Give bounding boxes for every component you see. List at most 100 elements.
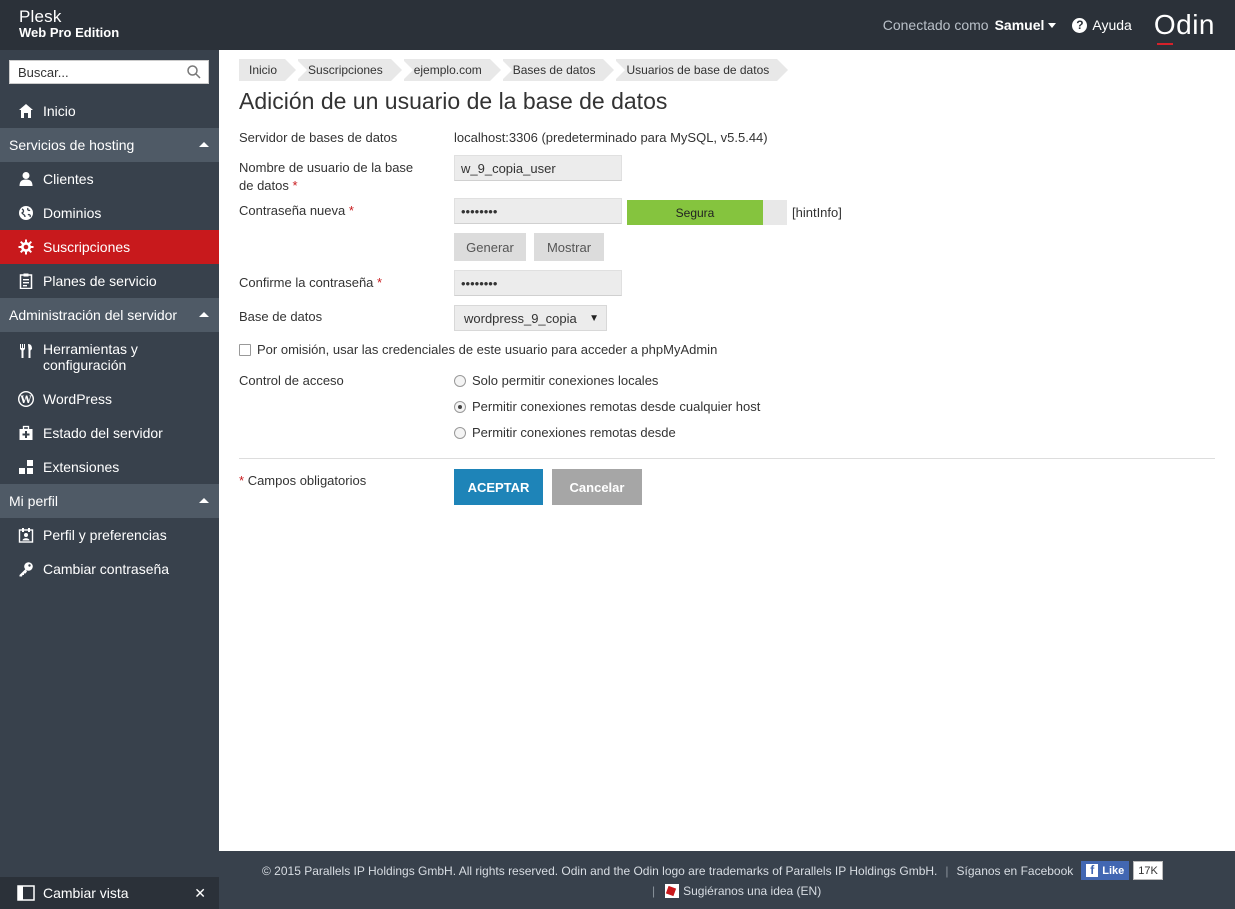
- sidebar-item-label: Clientes: [43, 171, 94, 187]
- section-my-profile[interactable]: Mi perfil: [0, 484, 219, 518]
- radio-button[interactable]: [454, 374, 466, 387]
- db-username-field[interactable]: w_9_copia_user: [454, 155, 622, 181]
- sidebar-item-label: Inicio: [43, 103, 76, 119]
- generate-button[interactable]: Generar: [454, 233, 526, 261]
- sidebar-item-label: Cambiar contraseña: [43, 561, 170, 577]
- connected-as-label: Conectado como: [882, 17, 989, 33]
- user-menu[interactable]: Samuel: [995, 17, 1057, 33]
- sidebar-item-subscriptions[interactable]: Suscripciones: [0, 230, 219, 264]
- sidebar-item-extensions[interactable]: Extensiones: [0, 450, 219, 484]
- profile-card-icon: [17, 526, 35, 544]
- breadcrumb: Inicio Suscripciones ejemplo.com Bases d…: [239, 59, 790, 81]
- radio-remote-from[interactable]: Permitir conexiones remotas desde: [454, 425, 676, 440]
- gear-icon: [17, 238, 35, 256]
- radio-button[interactable]: [454, 400, 466, 413]
- sidebar-item-label: Herramientas y configuración: [43, 341, 138, 373]
- radio-remote-any-host[interactable]: Permitir conexiones remotas desde cualqu…: [454, 399, 760, 414]
- wordpress-icon: W: [17, 390, 35, 408]
- footer: © 2015 Parallels IP Holdings GmbH. All r…: [219, 851, 1235, 909]
- radio-label: Permitir conexiones remotas desde: [472, 425, 676, 440]
- password-strength-meter: Segura: [627, 200, 787, 225]
- sidebar-item-label: Extensiones: [43, 459, 120, 475]
- database-select[interactable]: wordpress_9_copia ▼: [454, 305, 607, 331]
- sidebar-item-wordpress[interactable]: W WordPress: [0, 382, 219, 416]
- home-icon: [17, 102, 35, 120]
- sidebar-item-clients[interactable]: Clientes: [0, 162, 219, 196]
- search-input[interactable]: [10, 61, 180, 83]
- switch-view-label: Cambiar vista: [43, 885, 129, 901]
- db-server-value: localhost:3306 (predeterminado para MySQ…: [454, 130, 768, 145]
- phpmyadmin-checkbox[interactable]: [239, 343, 251, 356]
- section-label: Mi perfil: [9, 493, 59, 509]
- phpmyadmin-checkbox-label: Por omisión, usar las credenciales de es…: [257, 342, 718, 357]
- breadcrumb-item[interactable]: Bases de datos: [500, 59, 615, 81]
- breadcrumb-item[interactable]: Suscripciones: [296, 59, 402, 81]
- sidebar: Inicio Servicios de hosting Clientes Dom…: [0, 50, 219, 909]
- like-count: 17K: [1133, 861, 1163, 880]
- key-icon: [17, 560, 35, 578]
- confirm-password-field[interactable]: ••••••••: [454, 270, 622, 296]
- sidebar-item-server-status[interactable]: Estado del servidor: [0, 416, 219, 450]
- new-password-field[interactable]: ••••••••: [454, 198, 622, 224]
- medical-kit-icon: [17, 424, 35, 442]
- section-server-admin[interactable]: Administración del servidor: [0, 298, 219, 332]
- main-content: Inicio Suscripciones ejemplo.com Bases d…: [219, 50, 1235, 851]
- password-strength-bar: Segura: [627, 200, 763, 225]
- switch-view-button[interactable]: Cambiar vista ✕: [0, 877, 219, 909]
- breadcrumb-item[interactable]: Inicio: [239, 59, 297, 81]
- section-hosting-services[interactable]: Servicios de hosting: [0, 128, 219, 162]
- show-button[interactable]: Mostrar: [534, 233, 604, 261]
- database-label: Base de datos: [239, 309, 323, 324]
- sidebar-item-domains[interactable]: Dominios: [0, 196, 219, 230]
- breadcrumb-item[interactable]: Usuarios de base de datos: [614, 59, 789, 81]
- suggest-idea-link[interactable]: Sugiéranos una idea (EN): [683, 884, 821, 898]
- sidebar-item-profile-preferences[interactable]: Perfil y preferencias: [0, 518, 219, 552]
- ok-button[interactable]: ACEPTAR: [454, 469, 543, 505]
- access-control-label: Control de acceso: [239, 373, 344, 388]
- divider: [239, 458, 1215, 459]
- plesk-logo[interactable]: Plesk Web Pro Edition: [19, 7, 120, 41]
- top-bar: Plesk Web Pro Edition Conectado como Sam…: [0, 0, 1235, 50]
- sidebar-item-home[interactable]: Inicio: [0, 94, 219, 128]
- new-password-label: Contraseña nueva *: [239, 203, 354, 218]
- sidebar-item-label: Dominios: [43, 205, 102, 221]
- tools-icon: [17, 342, 35, 360]
- facebook-like-button[interactable]: f Like: [1081, 861, 1130, 880]
- close-icon[interactable]: ✕: [194, 885, 206, 902]
- required-fields-note: * Campos obligatorios: [239, 473, 367, 488]
- username: Samuel: [994, 17, 1045, 33]
- dropdown-arrow-icon: ▼: [589, 313, 599, 324]
- copyright-text: © 2015 Parallels IP Holdings GmbH. All r…: [262, 863, 938, 878]
- chevron-down-icon: [1048, 22, 1057, 28]
- sidebar-item-label: Estado del servidor: [43, 425, 163, 441]
- password-hint[interactable]: [hintInfo]: [792, 205, 842, 220]
- sidebar-item-change-password[interactable]: Cambiar contraseña: [0, 552, 219, 586]
- radio-local-only[interactable]: Solo permitir conexiones locales: [454, 373, 658, 388]
- db-server-label: Servidor de bases de datos: [239, 130, 398, 145]
- logo-product: Plesk: [19, 7, 62, 26]
- confirm-password-label: Confirme la contraseña *: [239, 275, 383, 290]
- user-icon: [17, 170, 35, 188]
- help-link[interactable]: ? Ayuda: [1072, 17, 1132, 33]
- page-title: Adición de un usuario de la base de dato…: [239, 88, 668, 114]
- sidebar-item-label: Perfil y preferencias: [43, 527, 167, 543]
- search-icon[interactable]: [187, 65, 201, 79]
- help-label: Ayuda: [1092, 17, 1132, 33]
- idea-icon: [665, 884, 680, 898]
- collapse-icon: [199, 498, 209, 503]
- db-username-label: Nombre de usuario de la base de datos *: [239, 160, 414, 193]
- radio-label: Solo permitir conexiones locales: [472, 373, 659, 388]
- clipboard-icon: [17, 272, 35, 290]
- sidebar-item-tools-settings[interactable]: Herramientas y configuración: [0, 332, 219, 382]
- section-label: Administración del servidor: [9, 307, 178, 323]
- breadcrumb-item[interactable]: ejemplo.com: [401, 59, 501, 81]
- sidebar-item-label: Suscripciones: [43, 239, 131, 255]
- logo-edition: Web Pro Edition: [19, 25, 120, 40]
- collapse-icon: [199, 142, 209, 147]
- radio-button[interactable]: [454, 426, 466, 439]
- cancel-button[interactable]: Cancelar: [552, 469, 642, 505]
- sidebar-item-service-plans[interactable]: Planes de servicio: [0, 264, 219, 298]
- phpmyadmin-checkbox-row[interactable]: Por omisión, usar las credenciales de es…: [239, 342, 717, 357]
- facebook-icon: f: [1086, 863, 1099, 877]
- follow-facebook-link[interactable]: Síganos en Facebook: [957, 864, 1074, 878]
